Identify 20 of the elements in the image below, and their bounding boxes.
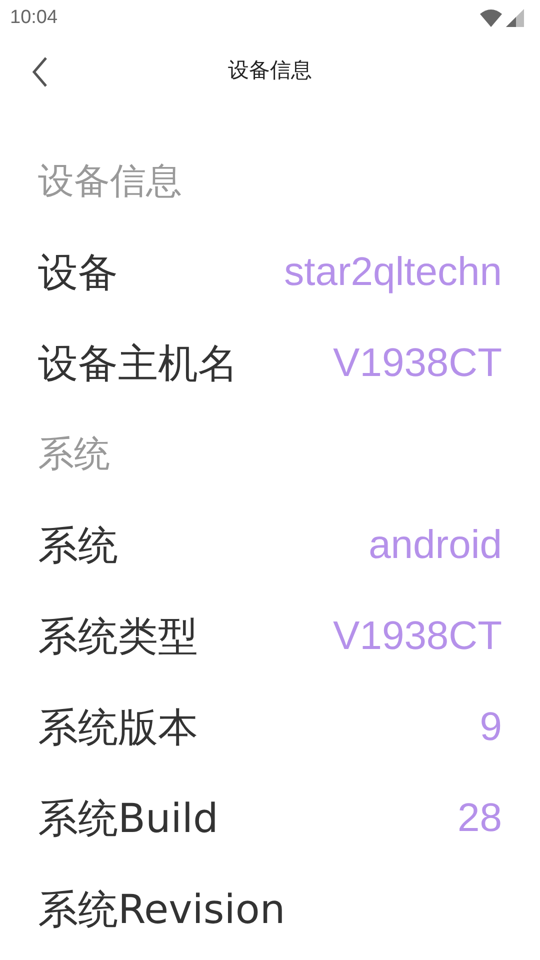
info-label: 系统: [38, 522, 118, 571]
info-label: 设备: [38, 249, 118, 298]
section-title: 系统: [38, 433, 110, 477]
info-label: 系统类型: [38, 613, 198, 662]
info-value: 9: [480, 705, 502, 750]
back-icon: [30, 56, 50, 88]
info-value: star2qltechn: [284, 250, 502, 295]
info-value: V1938CT: [333, 614, 502, 659]
info-label: 系统版本: [38, 704, 198, 753]
signal-icon: [506, 9, 524, 27]
info-value: V1938CT: [333, 341, 502, 386]
info-label: 设备主机名: [38, 340, 238, 389]
page-title: 设备信息: [228, 57, 312, 84]
info-label: 系统Build: [38, 795, 218, 844]
info-value: 28: [458, 796, 502, 841]
status-time: 10:04: [10, 7, 58, 29]
info-label: 系统Revision: [38, 886, 286, 935]
info-value: android: [368, 523, 502, 568]
section-title: 设备信息: [38, 160, 182, 204]
wifi-icon: [480, 9, 502, 27]
